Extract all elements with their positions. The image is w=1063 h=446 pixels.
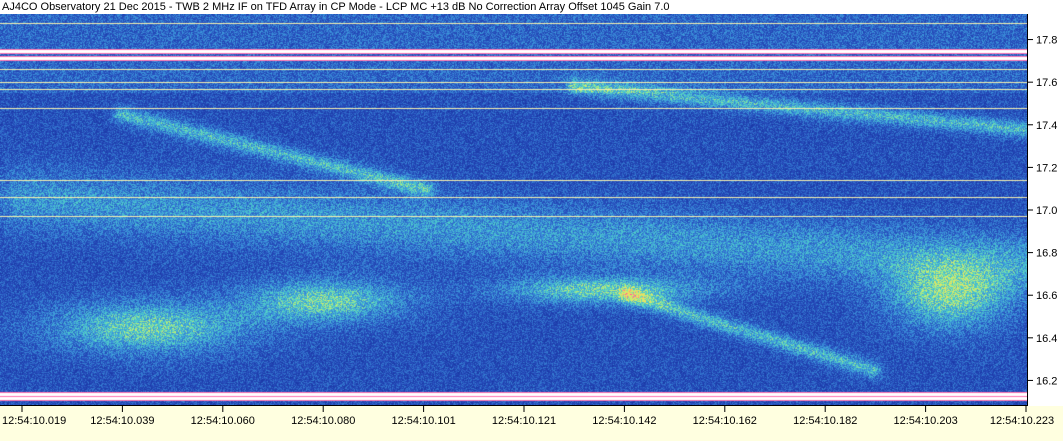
- y-tick-label: 16.8: [1036, 248, 1057, 260]
- frequency-axis: 17.8 17.6 17.4 17.2 17.0 16.8 16.6 16.4 16.2: [1028, 14, 1063, 406]
- x-tick-label: 12:54:10.223: [990, 415, 1054, 427]
- y-tick-label: 17.4: [1036, 120, 1057, 132]
- frequency-axis-svg: 17.8 17.6 17.4 17.2 17.0 16.8 16.6 16.4 16.2: [1028, 35, 1057, 387]
- x-tick-label: 12:54:10.121: [492, 415, 556, 427]
- chart-title: AJ4CO Observatory 21 Dec 2015 - TWB 2 MH…: [0, 0, 1063, 14]
- y-tick-label: 17.6: [1036, 77, 1057, 89]
- spectrogram-plot[interactable]: [0, 14, 1028, 406]
- y-tick-label: 17.0: [1036, 205, 1057, 217]
- x-tick-label: 12:54:10.162: [693, 415, 757, 427]
- y-tick-label: 16.2: [1036, 375, 1057, 387]
- x-tick-label: 12:54:10.080: [291, 415, 355, 427]
- x-tick-label: 12:54:10.182: [793, 415, 857, 427]
- y-tick-label: 17.2: [1036, 162, 1057, 174]
- x-tick-label: 12:54:10.142: [592, 415, 656, 427]
- x-tick-label: 12:54:10.039: [90, 415, 154, 427]
- y-tick-label: 16.4: [1036, 333, 1057, 345]
- spectrogram-image: [0, 14, 1027, 405]
- x-tick-label: 12:54:10.203: [893, 415, 957, 427]
- time-axis: 12:54:10.019 12:54:10.039 12:54:10.060 12:5…: [0, 406, 1063, 441]
- x-tick-label: 12:54:10.101: [391, 415, 455, 427]
- x-tick-label: 12:54:10.019: [2, 415, 66, 427]
- y-tick-label: 17.8: [1036, 35, 1057, 47]
- y-tick-label: 16.6: [1036, 290, 1057, 302]
- x-tick-label: 12:54:10.060: [191, 415, 255, 427]
- time-axis-svg: 12:54:10.019 12:54:10.039 12:54:10.060 12:5…: [2, 406, 1054, 427]
